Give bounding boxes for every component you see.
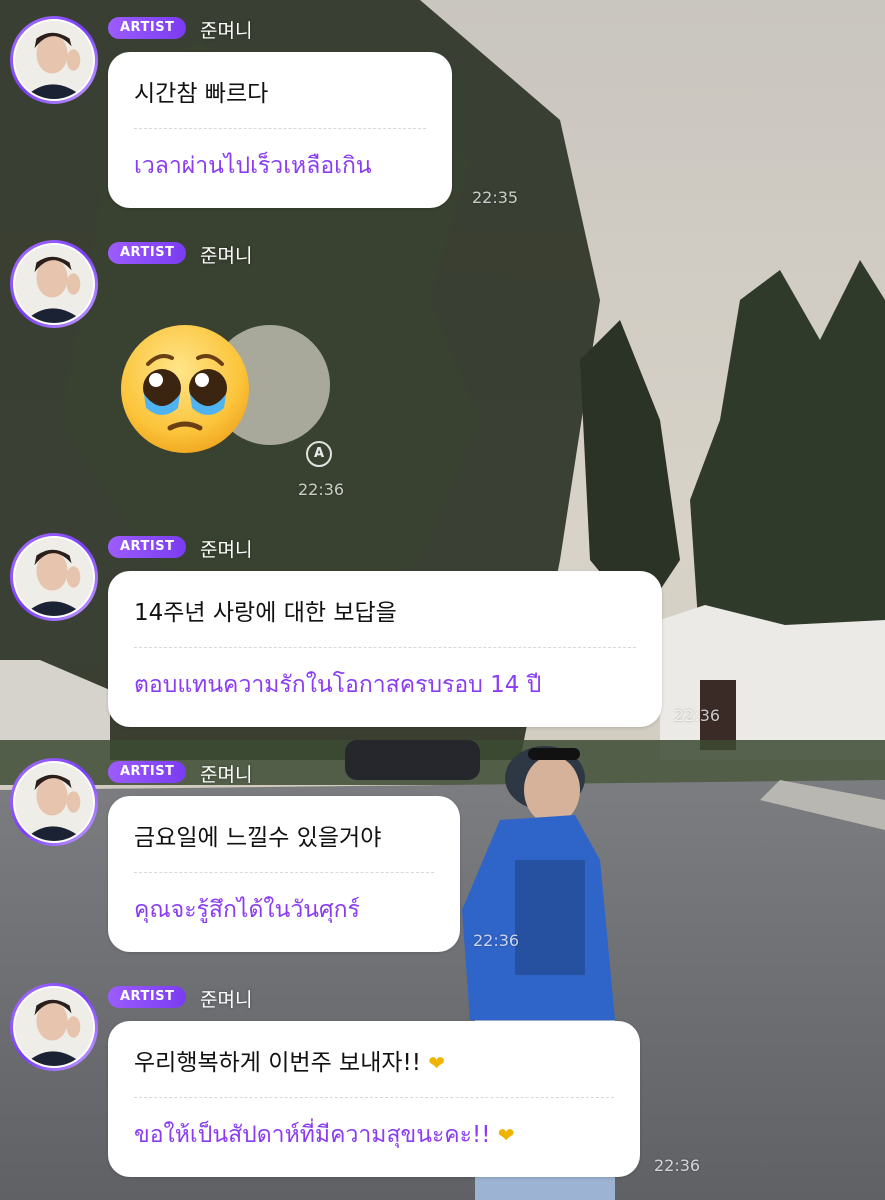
message-bubble[interactable]: 시간참 빠르다 เวลาผ่านไปเร็วเหลือเกิน: [108, 52, 452, 208]
original-text: 금요일에 느낄수 있을거야: [134, 825, 382, 851]
message-bubble[interactable]: 우리행복하게 이번주 보내자!! ❤ ขอให้เป็นสัปดาห์ที่มี…: [108, 1021, 640, 1177]
translation-divider: [134, 872, 434, 873]
translated-text: คุณจะรู้สึกได้ในวันศุกร์: [134, 897, 360, 923]
translate-a-icon[interactable]: A: [306, 441, 332, 467]
translation-divider: [134, 647, 636, 648]
avatar-photo: [13, 986, 95, 1068]
original-text: 14주년 사랑에 대한 보답을: [134, 600, 397, 626]
artist-badge: ARTIST: [108, 761, 187, 783]
message-bubble[interactable]: 14주년 사랑에 대한 보답을 ตอบแทนความรักในโอกาสครบร…: [108, 571, 662, 727]
nickname: 준며니: [200, 245, 253, 267]
translated-text: ตอบแทนความรักในโอกาสครบรอบ 14 ปี: [134, 672, 542, 698]
avatar-photo: [13, 243, 95, 325]
nickname: 준며니: [200, 539, 253, 561]
avatar[interactable]: [10, 16, 98, 104]
nickname: 준며니: [200, 764, 253, 786]
timestamp: 22:36: [654, 1156, 701, 1175]
timestamp: 22:36: [674, 706, 721, 725]
translated-text: เวลาผ่านไปเร็วเหลือเกิน: [134, 153, 372, 179]
translation-divider: [134, 1097, 614, 1098]
original-text: 우리행복하게 이번주 보내자!!: [134, 1050, 421, 1076]
message-bubble[interactable]: 금요일에 느낄수 있을거야 คุณจะรู้สึกได้ในวันศุกร์: [108, 796, 460, 952]
pleading-face-emoji-icon[interactable]: [118, 322, 252, 460]
avatar-photo: [13, 761, 95, 843]
artist-badge: ARTIST: [108, 986, 187, 1008]
avatar-photo: [13, 19, 95, 101]
timestamp: 22:36: [473, 931, 520, 950]
avatar[interactable]: [10, 983, 98, 1071]
translation-divider: [134, 128, 426, 129]
avatar[interactable]: [10, 240, 98, 328]
heart-hands-icon: ❤: [497, 1123, 515, 1147]
original-text-row: 우리행복하게 이번주 보내자!! ❤: [134, 1043, 445, 1077]
avatar-photo: [13, 536, 95, 618]
timestamp: 22:35: [472, 188, 519, 207]
artist-badge: ARTIST: [108, 536, 187, 558]
timestamp: 22:36: [298, 480, 345, 499]
avatar[interactable]: [10, 758, 98, 846]
heart-hands-icon: ❤: [428, 1051, 446, 1075]
nickname: 준며니: [200, 20, 253, 42]
artist-badge: ARTIST: [108, 17, 187, 39]
original-text: 시간참 빠르다: [134, 81, 269, 107]
avatar[interactable]: [10, 533, 98, 621]
translated-text-row: ขอให้เป็นสัปดาห์ที่มีความสุขนะคะ!! ❤: [134, 1117, 515, 1153]
artist-badge: ARTIST: [108, 242, 187, 264]
translated-text: ขอให้เป็นสัปดาห์ที่มีความสุขนะคะ!!: [134, 1122, 491, 1148]
nickname: 준며니: [200, 989, 253, 1011]
